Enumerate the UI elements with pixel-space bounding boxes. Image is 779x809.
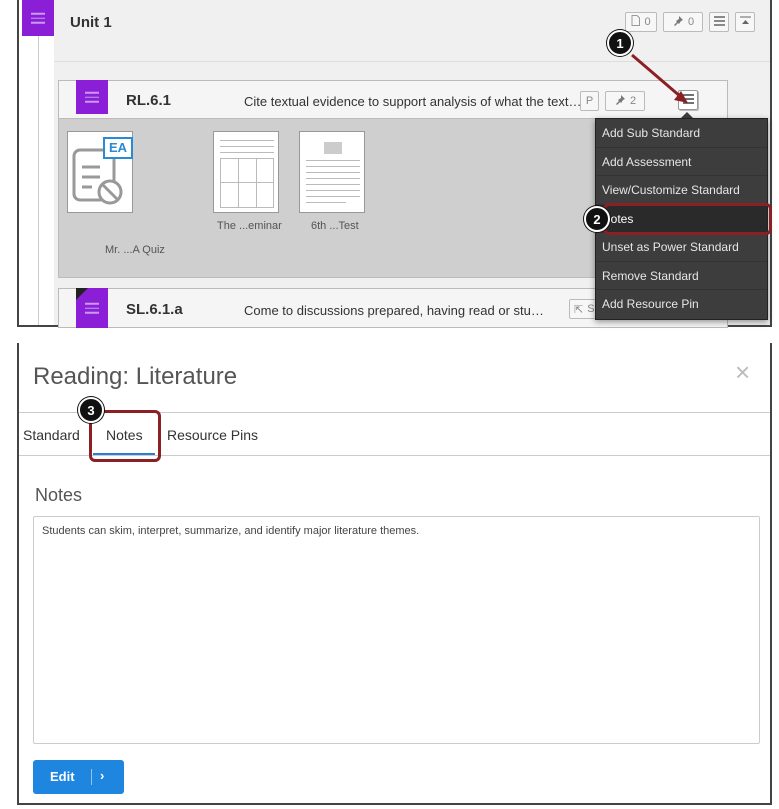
callout-1: 1	[607, 30, 633, 56]
modal-title: Reading: Literature	[33, 363, 238, 390]
tab-resource-pins[interactable]: Resource Pins	[167, 427, 258, 443]
notes-textarea[interactable]: Students can skim, interpret, summarize,…	[33, 516, 760, 744]
notes-content: Students can skim, interpret, summarize,…	[42, 525, 420, 537]
chevron-right-icon[interactable]: ›	[100, 768, 104, 783]
edit-label: Edit	[50, 769, 75, 784]
button-separator	[91, 769, 92, 785]
callout-arrow	[631, 53, 688, 103]
edit-button[interactable]: Edit ›	[33, 760, 124, 794]
callout-3: 3	[78, 397, 104, 423]
callout-2: 2	[584, 206, 610, 232]
notes-highlight	[603, 203, 772, 235]
tab-standard[interactable]: Standard	[23, 427, 80, 443]
close-icon[interactable]: ×	[735, 359, 750, 385]
section-title: Notes	[35, 485, 83, 505]
